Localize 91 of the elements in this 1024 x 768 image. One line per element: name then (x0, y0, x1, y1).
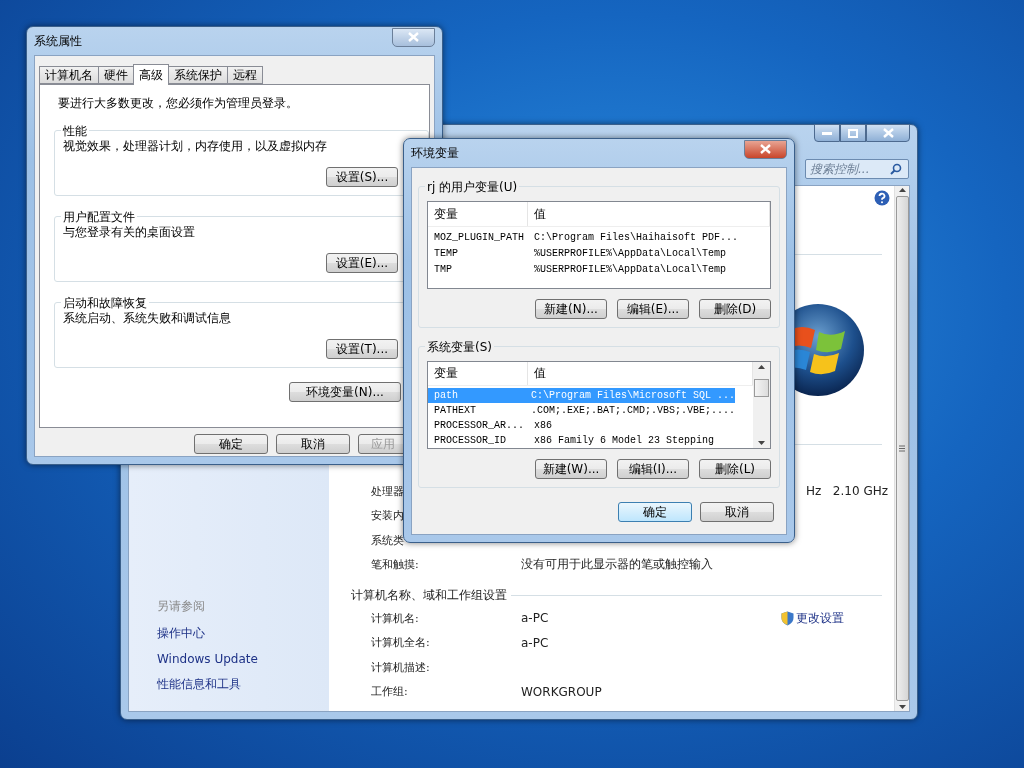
list-row[interactable]: MOZ_PLUGIN_PATH C:\Program Files\Haihaisoft PDF... (428, 229, 752, 245)
property-label: 系统类 (371, 532, 405, 548)
list-action-button[interactable]: 新建(W)... (535, 459, 607, 479)
property-label: 处理器 (371, 483, 405, 499)
property-value: 没有可用于此显示器的笔或触控输入 (521, 556, 713, 574)
close-button[interactable] (392, 27, 435, 47)
sidebar-link[interactable]: 性能信息和工具 (157, 676, 329, 693)
environment-variables-button[interactable]: 环境变量(N)... (289, 382, 401, 402)
tab[interactable]: 远程 (227, 66, 263, 84)
variable-name: TMP (433, 263, 453, 275)
variable-name: TEMP (433, 247, 459, 259)
sidebar-link[interactable]: Windows Update (157, 652, 329, 666)
tab[interactable]: 硬件 (98, 66, 134, 84)
property-value: WORKGROUP (521, 684, 602, 699)
variable-name: PROCESSOR_ID (433, 434, 507, 446)
list-row[interactable]: TEMP %USERPROFILE%\AppData\Local\Temp (428, 245, 752, 261)
group-title: 系统变量(S) (425, 339, 494, 356)
variable-value: %USERPROFILE%\AppData\Local\Temp (533, 263, 728, 275)
settings-button[interactable]: 设置(T)... (326, 339, 398, 359)
group-description: 与您登录有关的桌面设置 (63, 224, 195, 241)
property-label: 计算机全名: (371, 635, 431, 651)
scrollbar[interactable] (753, 362, 770, 448)
list-action-button[interactable]: 编辑(E)... (617, 299, 689, 319)
list-row[interactable]: PROCESSOR_AR... x86 (428, 417, 735, 433)
variable-value: C:\Program Files\Microsoft SQL ... (529, 389, 735, 401)
variable-value: .COM;.EXE;.BAT;.CMD;.VBS;.VBE;.... (529, 404, 735, 416)
tab[interactable]: 计算机名 (39, 66, 99, 84)
scroll-up-icon[interactable] (758, 365, 765, 369)
column-header[interactable]: 变量 (428, 362, 528, 385)
close-icon (760, 144, 771, 154)
grip-icon (899, 445, 905, 452)
maximize-icon (848, 128, 858, 138)
maximize-button[interactable] (840, 124, 866, 142)
variable-value: %USERPROFILE%\AppData\Local\Temp (533, 247, 728, 259)
dialog-button[interactable]: 确定 (618, 502, 692, 522)
variable-value: x86 Family 6 Model 23 Stepping (533, 434, 716, 446)
dialog-button[interactable]: 取消 (276, 434, 350, 454)
sidebar-link[interactable]: 操作中心 (157, 625, 329, 642)
close-icon (882, 128, 894, 138)
scroll-up-icon[interactable] (898, 188, 906, 192)
list-action-button[interactable]: 删除(D) (699, 299, 771, 319)
minimize-button[interactable] (814, 124, 840, 142)
group-title: 启动和故障恢复 (61, 295, 149, 312)
property-label: 计算机名: (371, 610, 420, 626)
close-button[interactable] (866, 124, 910, 142)
variable-name: path (433, 389, 459, 401)
variable-name: PROCESSOR_AR... (433, 419, 525, 431)
property-value: a-PC (521, 611, 549, 626)
close-icon (408, 32, 419, 42)
dialog-button[interactable]: 取消 (700, 502, 774, 522)
search-icon (890, 163, 902, 175)
column-header[interactable]: 值 (528, 202, 770, 226)
property-value: Hz 2.10 GHz (806, 484, 888, 499)
dialog-button[interactable]: 确定 (194, 434, 268, 454)
property-label: 计算机描述: (371, 659, 431, 675)
settings-button[interactable]: 设置(S)... (326, 167, 398, 187)
scroll-down-icon[interactable] (898, 705, 906, 709)
shield-icon (781, 610, 794, 626)
tab[interactable]: 高级 (133, 64, 169, 85)
scroll-thumb[interactable] (754, 379, 769, 397)
property-label: 笔和触摸: (371, 557, 420, 573)
notice-text: 要进行大多数更改，您必须作为管理员登录。 (58, 95, 298, 112)
group-title: rj 的用户变量(U) (425, 179, 520, 196)
variable-name: PATHEXT (433, 404, 477, 416)
list-action-button[interactable]: 新建(N)... (535, 299, 607, 319)
change-settings-link[interactable]: 更改设置 (781, 609, 844, 627)
property-label: 安装内 (371, 508, 405, 524)
list-row[interactable]: TMP %USERPROFILE%\AppData\Local\Temp (428, 261, 752, 277)
scroll-down-icon[interactable] (758, 441, 765, 445)
variable-value: C:\Program Files\Haihaisoft PDF... (533, 231, 740, 243)
group-title: 用户配置文件 (61, 209, 137, 226)
settings-button[interactable]: 设置(E)... (326, 253, 398, 273)
property-value: a-PC (521, 635, 549, 650)
list-action-button[interactable]: 删除(L) (699, 459, 771, 479)
list-action-button[interactable]: 编辑(I)... (617, 459, 689, 479)
group-description: 系统启动、系统失败和调试信息 (63, 310, 231, 327)
minimize-icon (822, 131, 832, 135)
list-row[interactable]: PATHEXT .COM;.EXE;.BAT;.CMD;.VBS;.VBE;.... (428, 402, 735, 418)
property-label: 工作组: (371, 684, 409, 700)
variable-value: x86 (533, 419, 553, 431)
variable-name: MOZ_PLUGIN_PATH (433, 231, 525, 243)
close-button[interactable] (744, 139, 787, 159)
column-header[interactable]: 变量 (428, 202, 528, 226)
group-description: 视觉效果，处理器计划，内存使用，以及虚拟内存 (63, 138, 327, 155)
window-title: 系统属性 (34, 32, 82, 50)
window-title: 环境变量 (411, 144, 459, 162)
help-icon[interactable] (874, 190, 890, 206)
sidebar-heading: 另请参阅 (157, 598, 206, 615)
group-title: 性能 (61, 123, 89, 140)
search-field[interactable]: 搜索控制... (805, 159, 909, 179)
tab[interactable]: 系统保护 (168, 66, 228, 84)
